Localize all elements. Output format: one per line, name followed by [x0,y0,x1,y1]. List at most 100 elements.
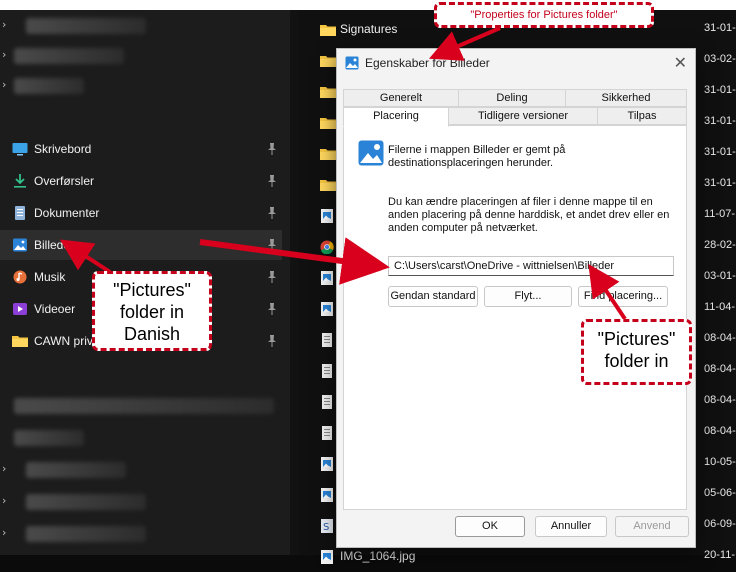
cancel-button[interactable]: Annuller [535,516,607,537]
chevron-right-icon[interactable]: › [2,78,6,91]
callout-line: folder in [119,302,185,322]
svg-text:S: S [323,522,329,533]
tab-location[interactable]: Placering [343,107,449,127]
dialog-title: Egenskaber for Billeder [365,56,490,70]
file-date: 11-07- [704,208,735,220]
folder-icon [320,177,336,191]
sidebar-item-label: Overførsler [34,174,94,188]
file-date: 08-04- [704,363,736,375]
document-icon [12,206,28,220]
file-date: 31-01- [704,84,736,96]
sidebar-item-label: Videoer [34,302,76,316]
text-file-icon [320,394,334,409]
chevron-right-icon[interactable]: › [2,18,6,31]
file-date: 08-04- [704,394,736,406]
callout-line: "Pictures" [597,329,676,349]
info-line-2: destinationsplaceringen herunder. [388,157,554,169]
description-line-3: anden computer på netværket. [388,222,538,234]
folder-icon [320,115,336,129]
chevron-right-icon[interactable]: › [2,526,6,539]
tab-general[interactable]: Generelt [343,89,459,107]
folder-icon [320,146,336,160]
pictures-icon [358,140,384,166]
file-name: Signatures [340,22,398,36]
file-date: 08-04- [704,332,736,344]
info-line-1: Filerne i mappen Billeder er gemt på [388,144,566,156]
tab-security[interactable]: Sikkerhed [565,89,687,107]
file-date: 31-01- [704,22,736,34]
blurred-nav-item [26,18,146,34]
image-file-icon [320,487,334,502]
chrome-icon [320,239,334,255]
sidebar-item-skrivebord[interactable]: Skrivebord [0,134,282,164]
file-date: 03-01- [704,270,736,282]
pane-divider[interactable] [290,10,298,555]
annotation-properties-callout: "Properties for Pictures folder" [434,2,654,28]
find-location-button[interactable]: Find placering... [578,286,668,307]
folder-icon [12,334,28,348]
close-icon[interactable]: ✕ [674,53,687,72]
folder-icon [320,22,336,36]
text-file-icon [320,332,334,347]
apply-button[interactable]: Anvend [615,516,689,537]
file-date: 03-02- [704,53,736,65]
blurred-nav-item [14,398,274,414]
file-date: 31-01- [704,115,736,127]
description-line-2: anden placering på denne harddisk, et an… [388,209,670,221]
sidebar-item-dokumenter[interactable]: Dokumenter [0,198,282,228]
text-file-icon [320,425,334,440]
image-file-icon [320,301,334,316]
image-file-icon [320,456,334,471]
image-file-icon [320,208,334,223]
file-date: 11-04- [704,301,735,313]
file-date: 20-11- [704,549,735,561]
pin-icon[interactable] [266,173,278,187]
chevron-right-icon[interactable]: › [2,494,6,507]
chevron-right-icon[interactable]: › [2,462,6,475]
pin-icon[interactable] [266,333,278,347]
sidebar-item-label: CAWN priva [34,334,100,348]
location-panel: Filerne i mappen Billeder er gemt på des… [343,125,687,510]
restore-default-button[interactable]: Gendan standard [388,286,478,307]
image-file-icon [320,549,334,564]
pin-icon[interactable] [266,301,278,315]
text-file-icon [320,363,334,378]
blurred-nav-item [26,462,126,478]
folder-icon [320,84,336,98]
sidebar-item-overførsler[interactable]: Overførsler [0,166,282,196]
pin-icon[interactable] [266,237,278,251]
pin-icon[interactable] [266,141,278,155]
file-date: 05-06- [704,487,736,499]
callout-line: "Pictures" [113,280,191,300]
annotation-pictures-callout-left: "Pictures" folder in Danish [92,271,212,351]
blurred-nav-item [14,78,84,94]
script-file-icon: S [320,518,334,533]
annotation-pictures-callout-right: "Pictures" folder in [581,319,692,385]
image-file-icon [320,270,334,285]
file-date: 28-02- [704,239,736,251]
chevron-right-icon[interactable]: › [2,48,6,61]
location-path-field[interactable]: C:\Users\carst\OneDrive - wittnielsen\Bi… [388,256,674,276]
ok-button[interactable]: OK [455,516,525,537]
sidebar-item-billeder[interactable]: Billeder [0,230,282,260]
sidebar-item-label: Dokumenter [34,206,100,220]
desktop-icon [12,142,28,156]
pictures-icon [12,238,28,252]
file-date: 10-05- [704,456,736,468]
callout-line: Danish [123,324,181,344]
pin-icon[interactable] [266,205,278,219]
download-icon [12,174,28,188]
description-line-1: Du kan ændre placeringen af filer i denn… [388,196,653,208]
sidebar-item-label: Skrivebord [34,142,92,156]
sidebar-item-label: Billeder [34,238,75,252]
tab-sharing[interactable]: Deling [458,89,566,107]
tab-customize[interactable]: Tilpas [597,107,687,125]
folder-icon [320,53,336,67]
move-button[interactable]: Flyt... [484,286,572,307]
tab-previous-versions[interactable]: Tidligere versioner [448,107,598,125]
file-name: IMG_1064.jpg [340,549,416,563]
callout-line: folder in [604,351,669,371]
file-date: 31-01- [704,177,736,189]
sidebar-item-label: Musik [34,270,66,284]
pin-icon[interactable] [266,269,278,283]
